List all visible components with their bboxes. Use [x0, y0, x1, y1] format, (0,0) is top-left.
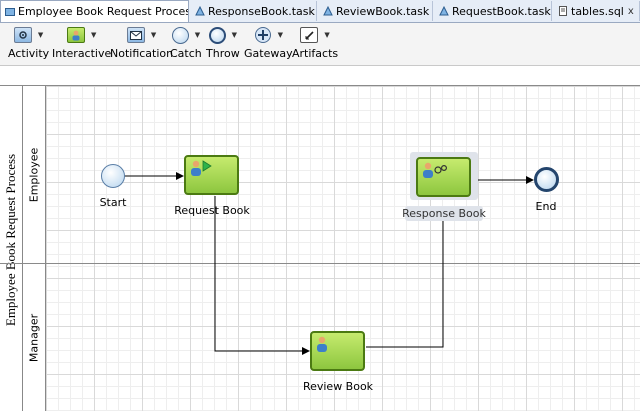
response-book-task[interactable] [416, 157, 471, 197]
response-book-label: Response Book [402, 207, 486, 220]
review-book-label: Review Book [302, 380, 374, 393]
gateway-icon [254, 27, 271, 43]
chevron-down-icon[interactable]: ▼ [278, 31, 283, 39]
catch-icon [171, 26, 189, 44]
throw-label: Throw [206, 47, 240, 60]
sql-file-icon [559, 6, 567, 16]
throw-tool[interactable]: ▼ Throw [206, 25, 240, 60]
chevron-down-icon[interactable]: ▼ [232, 31, 237, 39]
activity-label: Activity [8, 47, 50, 60]
chevron-down-icon[interactable]: ▼ [91, 31, 96, 39]
process-icon [5, 7, 15, 16]
interactive-tool[interactable]: ▼ Interactive [52, 25, 111, 60]
task-file-icon [195, 6, 205, 16]
request-book-task[interactable] [184, 155, 239, 195]
tab-responsebook-task[interactable]: ResponseBook.task x [191, 1, 317, 21]
initiator-user-icon [191, 160, 212, 176]
start-label: Start [99, 196, 127, 209]
artifacts-icon [300, 27, 319, 43]
chevron-down-icon[interactable]: ▼ [151, 31, 156, 39]
notification-label: Notification [110, 47, 174, 60]
activity-tool[interactable]: ▼ Activity [8, 25, 49, 60]
tab-reviewbook-task[interactable]: ReviewBook.task x [319, 1, 433, 21]
end-event[interactable] [534, 167, 559, 192]
tab-requestbook-task[interactable]: RequestBook.task x [435, 1, 552, 21]
artifacts-label: Artifacts [292, 47, 339, 60]
notification-icon [126, 27, 145, 43]
editor-tab-bar: Employee Book Request Process × Response… [0, 0, 640, 23]
bpmn-palette-toolbar: ▼ Activity ▼ Interactive ▼ Notification … [0, 23, 640, 66]
throw-icon [208, 26, 226, 44]
tab-label: ReviewBook.task [336, 4, 430, 18]
end-label: End [535, 200, 557, 213]
user-task-icon [317, 336, 327, 352]
chevron-down-icon[interactable]: ▼ [324, 31, 329, 39]
tab-close-icon[interactable]: x [628, 6, 634, 17]
gateway-tool[interactable]: ▼ Gateway [244, 25, 293, 60]
catch-tool[interactable]: ▼ Catch [170, 25, 202, 60]
tab-label: Employee Book Request Process [18, 5, 189, 18]
start-event[interactable] [101, 164, 125, 188]
flow-request-to-review [214, 196, 310, 355]
chevron-down-icon[interactable]: ▼ [38, 31, 43, 39]
process-canvas[interactable]: Employee Book Request Process Employee M… [0, 66, 640, 411]
tab-label: RequestBook.task [452, 4, 551, 18]
notification-tool[interactable]: ▼ Notification [110, 25, 173, 60]
gateway-label: Gateway [244, 47, 293, 60]
review-book-task[interactable] [310, 331, 365, 371]
catch-label: Catch [170, 47, 202, 60]
tab-label: tables.sql [571, 4, 624, 18]
tab-label: ResponseBook.task [208, 4, 315, 18]
interactive-icon [66, 27, 85, 43]
chevron-down-icon[interactable]: ▼ [195, 31, 200, 39]
task-file-icon [323, 6, 333, 16]
flow-review-to-response [366, 206, 447, 348]
artifacts-tool[interactable]: ▼ Artifacts [292, 25, 338, 60]
user-task-icon [423, 162, 448, 178]
tab-tables-sql[interactable]: tables.sql x [554, 1, 640, 21]
task-file-icon [439, 6, 449, 16]
interactive-label: Interactive [52, 47, 112, 60]
request-book-label: Request Book [174, 204, 250, 217]
tab-employee-book-request-process[interactable]: Employee Book Request Process × [0, 0, 189, 22]
activity-icon [13, 27, 32, 43]
